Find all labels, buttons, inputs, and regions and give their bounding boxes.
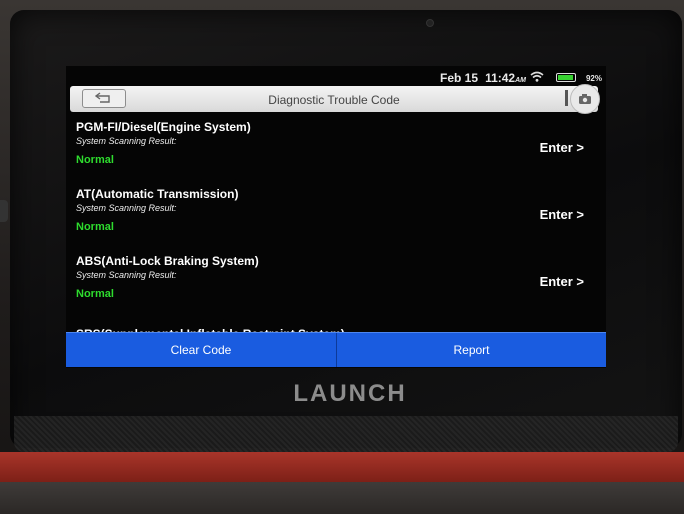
system-item: ABS(Anti-Lock Braking System) System Sca… [76, 248, 584, 315]
system-name: PGM-FI/Diesel(Engine System) [76, 120, 251, 134]
side-button [0, 200, 8, 222]
enter-button[interactable]: Enter > [540, 274, 584, 289]
system-item: AT(Automatic Transmission) System Scanni… [76, 181, 584, 248]
status-bar: Feb 15 11:42AM 92% [66, 66, 606, 86]
scan-result-label: System Scanning Result: [76, 136, 177, 146]
scan-result-label: System Scanning Result: [76, 270, 177, 280]
scan-result-label: System Scanning Result: [76, 203, 177, 213]
system-list: PGM-FI/Diesel(Engine System) System Scan… [76, 114, 584, 315]
status-time: 11:42AM [485, 71, 526, 85]
toolbar-divider [565, 90, 568, 106]
brand-logo: LAUNCH [293, 380, 407, 407]
report-button[interactable]: Report [337, 333, 606, 367]
enter-button[interactable]: Enter > [540, 207, 584, 222]
scan-result-status: Normal [76, 154, 114, 166]
page-title: Diagnostic Trouble Code [268, 93, 400, 107]
camera-icon [579, 94, 591, 104]
red-rubber-frame [0, 452, 684, 482]
system-item: PGM-FI/Diesel(Engine System) System Scan… [76, 114, 584, 181]
screenshot-button[interactable] [570, 84, 600, 114]
battery-icon [556, 73, 576, 82]
title-bar: Diagnostic Trouble Code [70, 84, 600, 114]
battery-percent: 92% [585, 74, 602, 83]
wifi-icon [530, 71, 544, 82]
status-date: Feb 15 [439, 71, 478, 85]
system-name: AT(Automatic Transmission) [76, 187, 239, 201]
enter-button[interactable]: Enter > [540, 140, 584, 155]
background-surface [0, 482, 684, 514]
bezel-texture [14, 416, 678, 452]
action-bar: Clear Code Report [66, 332, 606, 367]
tablet-screen: Feb 15 11:42AM 92% Diagnostic Trouble Co… [66, 66, 606, 368]
front-camera [426, 19, 434, 27]
system-name: ABS(Anti-Lock Braking System) [76, 254, 259, 268]
scan-result-status: Normal [76, 221, 114, 233]
battery-fill [558, 75, 573, 80]
clear-code-button[interactable]: Clear Code [66, 333, 337, 367]
scan-result-status: Normal [76, 288, 114, 300]
